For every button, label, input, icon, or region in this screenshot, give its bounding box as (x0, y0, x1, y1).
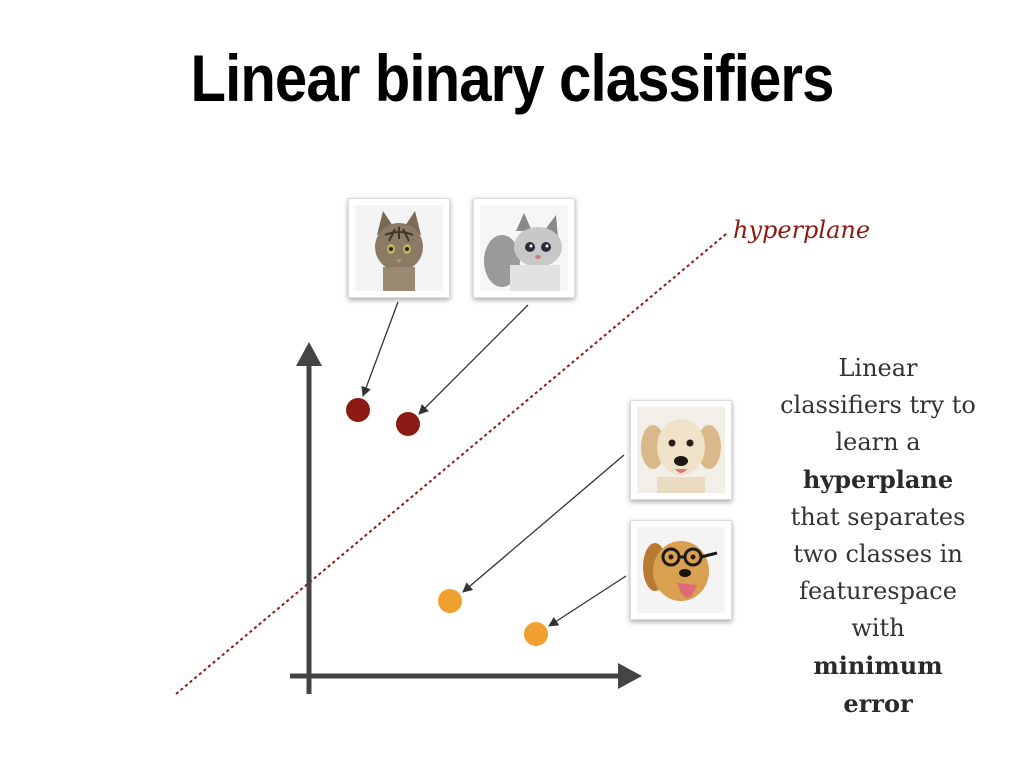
caption-line: two classes in (793, 540, 963, 568)
caption-bold-hyperplane: hyperplane (802, 465, 954, 494)
golden-retriever-with-glasses-photo (630, 520, 732, 620)
caption-line: that separates (790, 503, 966, 531)
arrow-kitten-to-point (418, 304, 529, 415)
caption-line: learn a (835, 428, 921, 456)
caption-line: classifiers try to (780, 391, 976, 419)
arrow-tabby-to-point (361, 301, 399, 397)
cat-point-1 (346, 398, 370, 422)
explanation-caption: Linear classifiers try to learn a hyperp… (762, 350, 994, 723)
dog-point-2 (524, 622, 548, 646)
caption-bold-minimum: minimum (813, 651, 943, 680)
cat-point-2 (396, 412, 420, 436)
tabby-cat-photo (348, 198, 450, 298)
caption-bold-error: error (843, 689, 913, 718)
puppy-photo (630, 400, 732, 500)
caption-line: featurespace (799, 577, 957, 605)
hyperplane-label: hyperplane (733, 216, 871, 244)
caption-line: with (851, 614, 905, 642)
arrow-retriever-to-point (548, 575, 627, 627)
y-axis-arrowhead (296, 342, 322, 366)
tabby-cat-image (355, 205, 443, 291)
x-axis-arrowhead (618, 663, 642, 689)
kitten-photo (473, 198, 575, 298)
dog-point-1 (438, 589, 462, 613)
golden-retriever-image (637, 527, 725, 613)
puppy-image (637, 407, 725, 493)
kitten-image (480, 205, 568, 291)
arrow-puppy-to-point (462, 454, 625, 593)
caption-line: Linear (838, 354, 918, 382)
